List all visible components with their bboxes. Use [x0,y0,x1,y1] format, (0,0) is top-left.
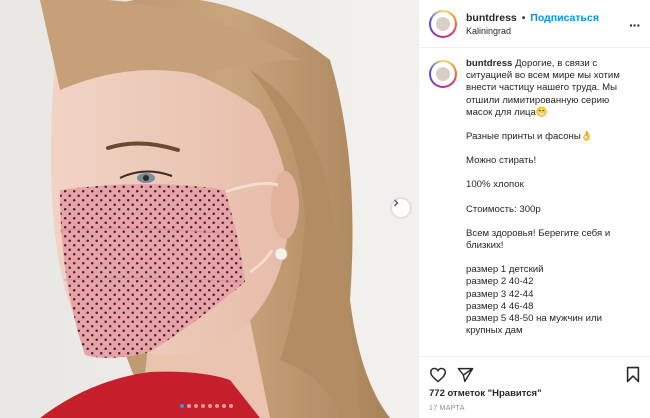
carousel-dot [194,404,198,408]
caption-line: Разные принты и фасоны👌 [466,131,593,143]
carousel-dot [180,404,184,408]
share-button[interactable] [457,367,474,383]
carousel-dot [215,404,219,408]
heart-icon [429,367,447,383]
size-line: размер 1 детский [466,264,544,276]
chevron-right-icon [394,199,399,207]
size-line: размер 4 46-48 [466,300,534,312]
post-side-panel: buntdress • Подписаться Kaliningrad ··· … [418,0,650,418]
username-link[interactable]: buntdress [466,12,517,24]
post-header: buntdress • Подписаться Kaliningrad ··· [419,0,650,48]
size-line: размер 5 48-50 на мужчин или крупных дам [466,313,602,337]
avatar[interactable] [429,9,457,38]
carousel-dot [229,404,233,408]
save-button[interactable] [626,366,640,383]
caption-username[interactable]: buntdress [466,58,512,69]
size-line: размер 2 40-42 [466,276,534,288]
caption-avatar[interactable] [429,60,457,88]
caption-line: Можно стирать! [466,155,537,167]
caption: buntdress Дорогие, в связи с ситуацией в… [466,58,636,355]
location-link[interactable]: Kaliningrad [466,26,599,36]
more-dots-icon[interactable]: ··· [629,17,641,33]
post-date[interactable]: 17 МАРТА [429,405,465,412]
send-icon [457,367,474,382]
caption-line: Стоимость: 300р [466,203,541,215]
follow-button[interactable]: Подписаться [530,12,599,24]
likes-count[interactable]: 772 отметок "Нравится" [429,388,542,399]
next-slide-button[interactable] [392,199,410,217]
carousel-indicator [180,404,233,408]
photo-illustration [40,0,390,418]
action-bar [419,356,650,386]
separator: • [521,11,526,24]
post-photo[interactable] [0,0,418,418]
carousel-dot [201,404,205,408]
carousel-dot [222,404,226,408]
bookmark-icon [626,366,640,383]
carousel-dot [208,404,212,408]
caption-line: 100% хлопок [466,179,524,191]
carousel-dot [187,404,191,408]
caption-line: Всем здоровья! Берегите себя и близких! [466,227,611,252]
caption-area: buntdress Дорогие, в связи с ситуацией в… [429,58,640,355]
size-line: размер 3 42-44 [466,288,534,300]
like-button[interactable] [429,367,447,383]
